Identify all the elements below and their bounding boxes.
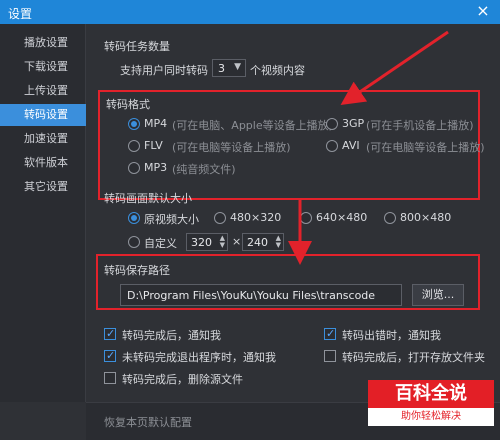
sidebar-item-transcode[interactable]: 转码设置 (0, 104, 86, 126)
title-bar: 设置 × (0, 0, 500, 24)
sidebar-item-acceleration[interactable]: 加速设置 (0, 128, 86, 150)
sidebar-item-other[interactable]: 其它设置 (0, 176, 86, 198)
settings-sidebar: 播放设置 下载设置 上传设置 转码设置 加速设置 软件版本 其它设置 (0, 24, 86, 402)
reset-defaults-link[interactable]: 恢复本页默认配置 (104, 414, 192, 430)
sidebar-item-playback[interactable]: 播放设置 (0, 32, 86, 54)
sidebar-item-upload[interactable]: 上传设置 (0, 80, 86, 102)
window-title: 设置 (8, 7, 33, 21)
close-icon[interactable]: × (474, 2, 492, 20)
transcode-settings-panel: 转码任务数量 支持用户同时转码 3 ▼ 个视频内容 转码格式 MP4 (可在电脑… (86, 24, 500, 402)
watermark-subtitle: 助你轻松解决 (368, 408, 494, 426)
annotation-arrows (288, 30, 449, 265)
sidebar-item-version[interactable]: 软件版本 (0, 152, 86, 174)
arrow-to-format (340, 30, 449, 106)
watermark-logo: 百科全说 (368, 380, 494, 408)
sidebar-item-download[interactable]: 下载设置 (0, 56, 86, 78)
